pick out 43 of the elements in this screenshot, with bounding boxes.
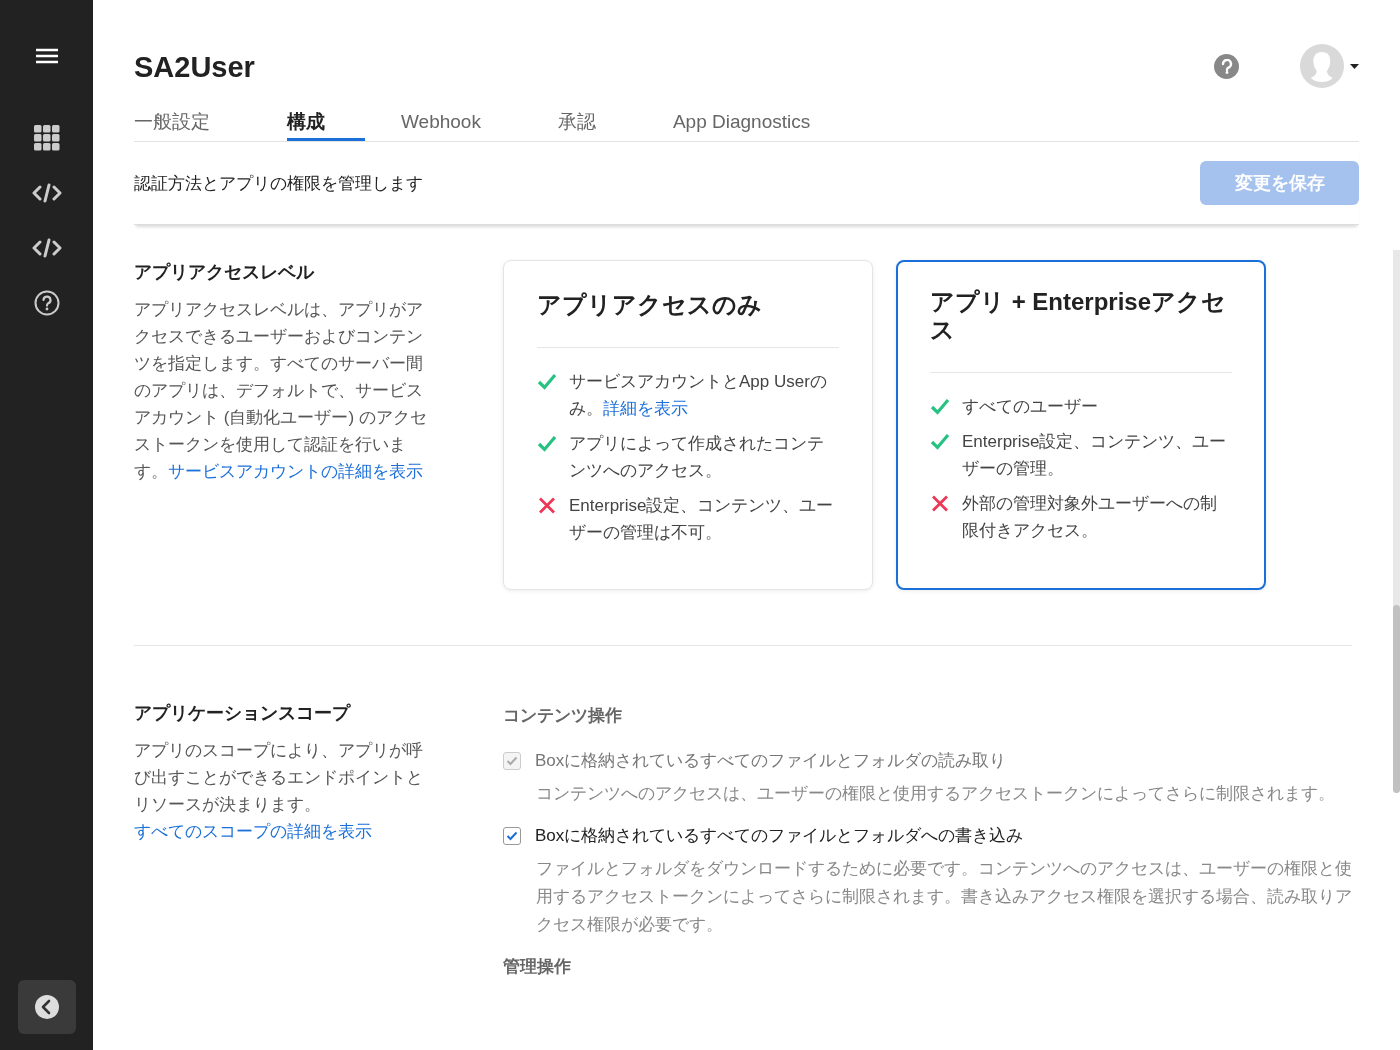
feature-text: Enterprise設定、コンテンツ、ユーザーの管理は不可。: [569, 495, 835, 544]
tab[interactable]: Webhook: [401, 106, 481, 141]
check-icon: [537, 435, 557, 452]
check-icon: [930, 433, 950, 450]
caret-icon[interactable]: [1350, 63, 1359, 69]
page-subtitle: 認証方法とアプリの権限を管理します: [134, 172, 423, 195]
cross-icon: [537, 497, 557, 514]
scope-label: Boxに格納されているすべてのファイルとフォルダの読み取り: [535, 750, 1007, 772]
tab[interactable]: 構成: [287, 106, 365, 141]
check-icon: [537, 373, 557, 390]
section-heading: アプリアクセスレベル: [134, 261, 316, 284]
scope-group-heading: 管理操作: [503, 956, 572, 978]
checkmark-icon: [506, 830, 518, 841]
details-link[interactable]: すべてのスコープの詳細を表示: [134, 822, 372, 841]
card-title: アプリアクセスのみ: [537, 291, 763, 319]
feature-text: すべてのユーザー: [962, 396, 1098, 418]
access-level-card[interactable]: アプリアクセスのみ サービスアカウントとApp Userのみ。詳細を表示 アプリによって作成されたコンテンツへのアクセス。 Enterprise設定、コンテンツ、ユーザーの管理は不可。: [503, 260, 873, 590]
checkmark-icon: [506, 755, 518, 766]
tab[interactable]: App Diagnostics: [672, 106, 811, 141]
cross-icon: [930, 495, 950, 512]
scope-help-text: ファイルとフォルダをダウンロードするために必要です。コンテンツへのアクセスは、ユーザーの権限と使用するアクセストークンによってさらに制限されます。書き込みアクセス権限を選択する場合、読み取りアクセス権限が必要です。: [536, 858, 1353, 936]
check-icon: [930, 398, 950, 415]
collapse-button[interactable]: [17, 980, 76, 1034]
scope-group-heading: コンテンツ操作: [503, 705, 623, 727]
feature-text: Enterprise設定、コンテンツ、ユーザーの管理。: [962, 431, 1228, 480]
feature-text: サービスアカウントとApp Userのみ。詳細を表示: [569, 371, 828, 420]
card-title: アプリ + Enterpriseアクセス: [930, 288, 1228, 344]
section-description: アプリのスコープにより、アプリが呼び出すことができるエンドポイントとリソースが決まります。 すべてのスコープの詳細を表示: [134, 740, 424, 843]
tab[interactable]: 一般設定: [134, 106, 210, 141]
details-link[interactable]: 詳細を表示: [603, 399, 688, 418]
chevron-left-icon: [33, 994, 60, 1020]
details-link[interactable]: サービスアカウントの詳細を表示: [168, 462, 423, 481]
scope-label: Boxに格納されているすべてのファイルとフォルダへの書き込み: [535, 825, 1024, 847]
section-heading: アプリケーションスコープ: [134, 702, 352, 725]
feature-text: アプリによって作成されたコンテンツへのアクセス。: [569, 433, 825, 482]
scope-help-text: コンテンツへのアクセスは、ユーザーの権限と使用するアクセストークンによってさらに制限されます。: [536, 783, 1336, 805]
app-title: SA2User: [134, 49, 256, 84]
access-level-card[interactable]: アプリ + Enterpriseアクセス すべてのユーザー Enterprise設定、コンテンツ、ユーザーの管理。 外部の管理対象外ユーザーへの制限付きアクセス。: [896, 260, 1266, 590]
checkbox[interactable]: [503, 826, 521, 845]
section-description: アプリアクセスレベルは、アプリがアクセスできるユーザーおよびコンテンツを指定します。すべてのサーバー間のアプリは、デフォルトで、サービスアカウント (自動化ユーザー) のアクセストークンを使用して認証を行います。サービスアカウントの詳細を表示: [134, 299, 428, 483]
feature-text: 外部の管理対象外ユーザーへの制限付きアクセス。: [962, 493, 1218, 542]
tab[interactable]: 承認: [557, 106, 596, 141]
scrollbar-thumb[interactable]: [1393, 605, 1400, 793]
